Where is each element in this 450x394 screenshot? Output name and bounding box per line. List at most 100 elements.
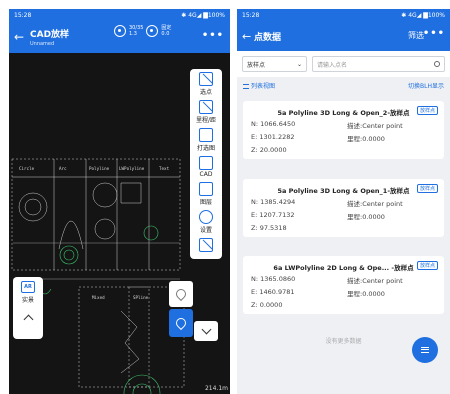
tool-label: CAD [199, 171, 213, 178]
switch-blh-button[interactable]: 切换BLH显示 [408, 81, 444, 90]
tool-label: 打选图 [196, 145, 215, 152]
point-card-title: 5a Polyline 3D Long & Open_1-放样点 [277, 187, 410, 195]
page-title: CAD放样 [30, 30, 70, 40]
point-card-row: Z: 0.0000 [251, 301, 436, 309]
left-panel: AR 实景 [13, 277, 43, 339]
gnss-status[interactable]: 30/35 1.3 固定 0.0 [114, 25, 171, 37]
point-name-search-input[interactable]: 请输入点名 [312, 56, 445, 72]
status-bar: 15:28 ✱ 4G◢ ▇100% [9, 9, 230, 21]
ar-icon[interactable]: AR [21, 281, 35, 293]
map-scale: 214.1m [204, 385, 228, 392]
point-card[interactable]: 5a Polyline 3D Long & Open_1-放样点 放样点 N: … [243, 179, 444, 237]
tool-label: 选点 [199, 89, 212, 96]
description-value: 描述:Center point [347, 200, 403, 208]
mileage-value: 里程:0.0000 [347, 290, 385, 298]
connect-line-icon [199, 238, 213, 252]
search-bar: 放样点 ⌄ 请输入点名 [237, 51, 450, 77]
northing-value: N: 1385.4294 [251, 198, 296, 206]
tool-select-point[interactable]: 选点 [190, 72, 222, 96]
back-arrow-icon[interactable]: ← [242, 30, 254, 43]
status-indicators: ✱ 4G◢ ▇100% [181, 11, 225, 19]
point-card-row: N: 1385.4294 描述:Center point [251, 198, 436, 208]
list-view-label: 列表视图 [251, 82, 276, 90]
tool-connect[interactable] [190, 238, 222, 252]
tool-label: 里程/距 [195, 117, 217, 124]
point-card-row: Z: 97.5318 [251, 224, 436, 232]
cad-label-mixed: Mixed [92, 295, 105, 300]
point-card-row: N: 1365.0860 描述:Center point [251, 275, 436, 285]
tool-label: 图层 [199, 199, 212, 206]
description-value: 描述:Center point [347, 122, 403, 130]
point-card[interactable]: 6a LWPolyline 2D Long & Ope... -放样点 放样点 … [243, 256, 444, 314]
filter-button[interactable]: 筛选 [408, 30, 424, 41]
status-time: 15:28 [242, 11, 260, 19]
tool-label: 设置 [199, 227, 212, 234]
app-header: ← 点数据 筛选 ••• [237, 21, 450, 51]
tool-layer[interactable]: 图层 [190, 182, 222, 206]
description-value: 描述:Center point [347, 277, 403, 285]
point-card-row: E: 1207.7132 里程:0.0000 [251, 211, 436, 221]
pick-drawing-icon [199, 128, 213, 142]
cad-label-arc: Arc [59, 166, 67, 171]
point-card-row: Z: 20.0000 [251, 146, 436, 154]
tool-cad[interactable]: CAD [190, 156, 222, 178]
pen-icon [173, 286, 189, 302]
stakeout-badge: 放样点 [416, 106, 438, 115]
cad-label-text: Text [159, 166, 170, 171]
point-card-title: 5a Polyline 3D Long & Open_2-放样点 [277, 109, 410, 117]
point-card[interactable]: 5a Polyline 3D Long & Open_2-放样点 放样点 N: … [243, 101, 444, 159]
list-view-toggle[interactable]: 列表视图 [243, 81, 275, 90]
northing-value: N: 1066.6450 [251, 120, 296, 128]
select-point-icon [199, 72, 213, 86]
locate-button[interactable] [169, 309, 193, 337]
right-toolbar: 选点 里程/距 打选图 CAD 图层 设置 [190, 69, 222, 259]
screenshot-root: 15:28 ✱ 4G◢ ▇100% ← CAD放样 Unnamed 30/35 … [0, 0, 450, 394]
view-options-row: 列表视图 切换BLH显示 [237, 77, 450, 93]
more-menu-icon[interactable]: ••• [202, 30, 224, 41]
chevron-down-icon: ⌄ [296, 60, 302, 68]
search-placeholder: 请输入点名 [317, 61, 348, 69]
location-pin-icon [173, 315, 189, 331]
menu-fab[interactable] [412, 337, 438, 363]
more-menu-icon[interactable]: ••• [423, 28, 445, 39]
easting-value: E: 1207.7132 [251, 211, 295, 219]
solution-stats: 固定 0.0 [161, 25, 171, 37]
menu-icon [421, 347, 429, 353]
page-subtitle: Unnamed [30, 41, 55, 47]
cad-layers-icon [199, 156, 213, 170]
elevation-value: Z: 20.0000 [251, 146, 287, 154]
layer-icon [199, 182, 213, 196]
tool-settings[interactable]: 设置 [190, 210, 222, 234]
point-type-select[interactable]: 放样点 ⌄ [242, 56, 307, 72]
tool-pick-drawing[interactable]: 打选图 [190, 128, 222, 152]
point-type-value: 放样点 [247, 61, 266, 69]
cad-label-lwpolyline: LWPolyline [119, 166, 145, 171]
chevron-up-icon[interactable] [23, 314, 33, 325]
edit-button[interactable] [169, 281, 193, 307]
page-title: 点数据 [254, 32, 282, 43]
elevation-value: Z: 97.5318 [251, 224, 287, 232]
point-card-row: E: 1301.2282 里程:0.0000 [251, 133, 436, 143]
tool-mileage[interactable]: 里程/距 [190, 100, 222, 124]
satellite-stats: 30/35 1.3 [129, 25, 143, 37]
cad-label-spline: SPline [133, 295, 149, 300]
back-arrow-icon[interactable]: ← [14, 30, 28, 44]
northing-value: N: 1365.0860 [251, 275, 296, 283]
status-bar: 15:28 ✱ 4G◢ ▇100% [237, 9, 450, 21]
satellite-icon [114, 25, 126, 37]
solution-age: 0.0 [161, 31, 170, 37]
list-icon [243, 83, 249, 89]
app-header: ← CAD放样 Unnamed 30/35 1.3 固定 0.0 ••• [9, 21, 230, 53]
gear-icon [199, 210, 213, 224]
satellite-pdop: 1.3 [129, 31, 137, 37]
point-card-row: N: 1066.6450 描述:Center point [251, 120, 436, 130]
mileage-value: 里程:0.0000 [347, 213, 385, 221]
expand-down-button[interactable] [194, 321, 218, 341]
elevation-value: Z: 0.0000 [251, 301, 283, 309]
easting-value: E: 1301.2282 [251, 133, 295, 141]
cad-label-polyline: Polyline [89, 166, 110, 171]
point-card-row: E: 1460.9781 里程:0.0000 [251, 288, 436, 298]
status-indicators: ✱ 4G◢ ▇100% [401, 11, 445, 19]
ar-label: 实景 [21, 297, 34, 304]
stakeout-badge: 放样点 [416, 261, 438, 270]
